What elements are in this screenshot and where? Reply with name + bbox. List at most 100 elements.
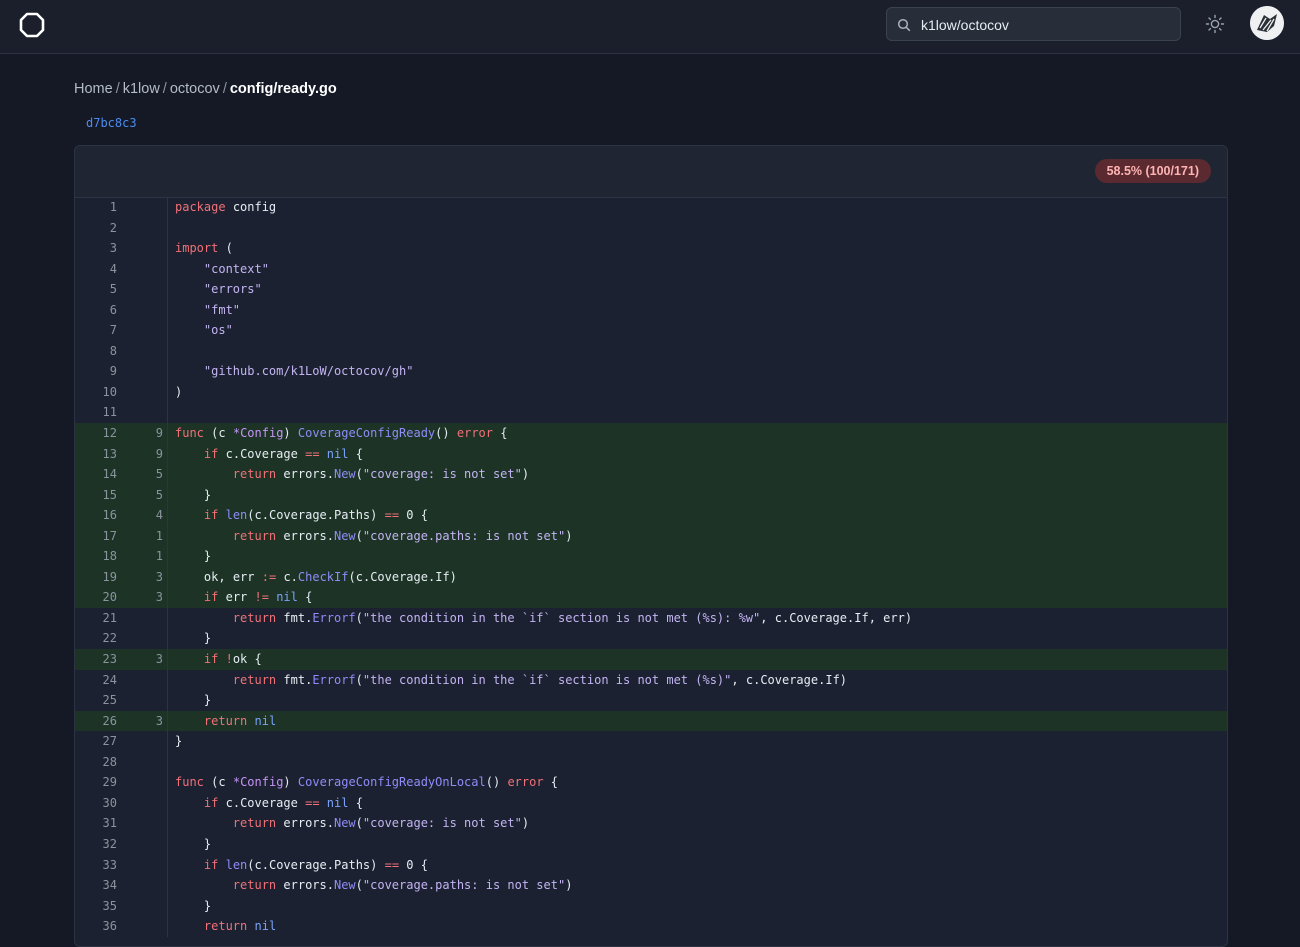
hit-count: 1 (125, 525, 168, 547)
search-icon (897, 18, 911, 32)
hit-count: 3 (125, 649, 168, 670)
hit-count: 4 (125, 505, 168, 526)
line-number: 21 (102, 610, 117, 625)
line-number: 2 (109, 220, 117, 235)
code-text: if err != nil { (203, 590, 313, 605)
code-text: if c.Coverage == nil { (203, 446, 363, 461)
line-number: 12 (102, 426, 117, 441)
sun-icon[interactable] (1205, 14, 1225, 34)
hit-count (125, 833, 168, 855)
line-number: 11 (102, 405, 117, 420)
line-number: 9 (109, 364, 117, 379)
hit-count (125, 813, 168, 834)
search-input[interactable] (919, 8, 1178, 42)
line-number: 4 (109, 261, 117, 276)
line-number: 35 (102, 898, 117, 913)
code-line: 35 } (75, 895, 1227, 917)
code-line: 28 (75, 751, 1227, 773)
code-line: 18 1 } (75, 546, 1227, 567)
hit-count (125, 402, 168, 424)
line-number: 33 (102, 857, 117, 872)
top-bar (0, 0, 1300, 54)
code-line: 7 "os" (75, 320, 1227, 341)
hit-count: 3 (125, 710, 168, 732)
avatar-image (1250, 6, 1284, 40)
line-number: 30 (102, 795, 117, 810)
hit-count (125, 916, 168, 937)
code-text: } (203, 549, 212, 564)
code-line: 9 "github.com/k1LoW/octocov/gh" (75, 361, 1227, 382)
hit-count (125, 792, 168, 814)
code-line: 26 3 return nil (75, 710, 1227, 732)
breadcrumb-home[interactable]: Home (74, 81, 113, 97)
code-view: 1 package config 2 3 import (4 "context" 5 "e… (75, 197, 1227, 937)
code-line: 19 3 ok, err := c.CheckIf(c.Coverage.If) (75, 566, 1227, 588)
panel-header: 58.5% (100/171) (75, 146, 1227, 198)
line-number: 7 (109, 323, 117, 338)
code-line: 15 5 } (75, 484, 1227, 506)
breadcrumb-current-file: config/ready.go (229, 81, 337, 97)
hit-count: 5 (125, 484, 168, 506)
avatar[interactable] (1250, 6, 1284, 40)
hit-count (125, 669, 168, 691)
code-line: 32 } (75, 833, 1227, 855)
hit-count (125, 690, 168, 711)
code-line: 24 return fmt.Errorf("the condition in t… (75, 669, 1227, 691)
code-text: "os" (203, 323, 233, 338)
code-text: } (203, 487, 212, 502)
code-line: 1 package config (75, 197, 1227, 218)
breadcrumb-separator: / (115, 81, 120, 97)
code-line: 27} (75, 731, 1227, 752)
hit-count (125, 340, 168, 362)
hit-count (125, 299, 168, 321)
code-text: package config (175, 200, 277, 214)
octocov-logo-icon[interactable] (19, 12, 45, 38)
code-text: ) (175, 384, 183, 399)
code-line: 11 (75, 402, 1227, 424)
code-text: func (c *Config) CoverageConfigReady() e… (175, 426, 508, 441)
hit-count: 3 (125, 566, 168, 588)
code-text: if c.Coverage == nil { (203, 795, 363, 810)
hit-count (125, 320, 168, 341)
code-text: return errors.New("coverage: is not set"… (232, 467, 530, 482)
code-text: if !ok { (203, 652, 262, 667)
code-text: return fmt.Errorf("the condition in the … (232, 610, 913, 625)
code-line: 22 } (75, 628, 1227, 650)
line-number: 19 (102, 569, 117, 584)
hit-count (125, 731, 168, 752)
code-text: if len(c.Coverage.Paths) == 0 { (203, 508, 428, 523)
breadcrumb-repo[interactable]: octocov (170, 81, 220, 97)
code-line: 21 return fmt.Errorf("the condition in t… (75, 607, 1227, 629)
code-text: return errors.New("coverage.paths: is no… (232, 878, 573, 893)
line-number: 23 (102, 652, 117, 667)
code-line: 33 if len(c.Coverage.Paths) == 0 { (75, 854, 1227, 876)
code-line: 17 1 return errors.New("coverage.paths: i… (75, 525, 1227, 547)
line-number: 5 (109, 282, 117, 297)
line-number: 36 (102, 919, 117, 934)
line-number: 6 (109, 302, 117, 317)
hit-count (125, 607, 168, 629)
code-text: } (203, 631, 212, 646)
line-number: 29 (102, 775, 117, 790)
code-line: 5 "errors" (75, 279, 1227, 300)
breadcrumb-owner[interactable]: k1low (123, 81, 160, 97)
code-line: 36 return nil (75, 916, 1227, 937)
breadcrumb-separator: / (222, 81, 227, 97)
line-number: 18 (102, 549, 117, 564)
breadcrumb-separator: / (162, 81, 167, 97)
code-text: } (203, 693, 212, 708)
code-line: 3 import ( (75, 238, 1227, 259)
hit-count (125, 217, 168, 239)
code-line: 25 } (75, 690, 1227, 711)
commit-link[interactable]: d7bc8c3 (86, 116, 137, 130)
code-text: } (203, 836, 212, 851)
code-line: 8 (75, 340, 1227, 362)
code-line: 34 return errors.New("coverage.paths: is… (75, 875, 1227, 896)
search-box[interactable] (886, 7, 1181, 42)
code-text: return nil (203, 713, 277, 728)
line-number: 8 (109, 343, 117, 358)
coverage-badge: 58.5% (100/171) (1094, 159, 1211, 183)
code-line: 4 "context" (75, 258, 1227, 280)
code-line: 10) (75, 381, 1227, 403)
code-text: } (203, 898, 212, 913)
